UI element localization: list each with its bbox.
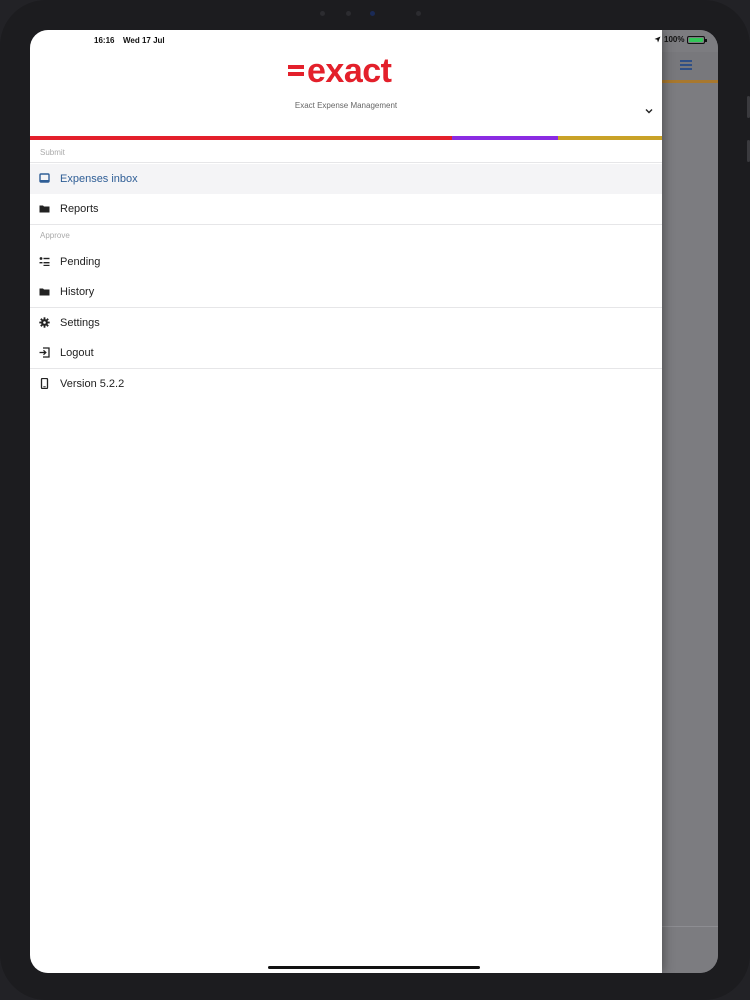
menu-item-label: Settings (60, 317, 100, 329)
menu-item-label: Logout (60, 347, 94, 359)
menu-item-expenses-inbox[interactable]: Expenses inbox (30, 164, 662, 194)
battery-icon (687, 35, 708, 44)
exact-logo: exact (288, 52, 392, 91)
logo-equals-icon (288, 62, 304, 79)
status-date: Wed 17 Jul (123, 36, 165, 45)
camera-bar (320, 8, 430, 18)
location-arrow-icon (654, 36, 661, 43)
screen: exact Exact Expense Management Submit Ex… (30, 30, 718, 973)
logo-text: exact (307, 52, 392, 90)
menu-item-version: Version 5.2.2 (30, 369, 662, 399)
navigation-drawer: exact Exact Expense Management Submit Ex… (30, 30, 662, 973)
menu-item-label: Pending (60, 256, 101, 268)
menu-item-label: History (60, 286, 95, 298)
tablet-frame: exact Exact Expense Management Submit Ex… (0, 0, 750, 1000)
folder-icon (39, 205, 50, 213)
background-divider (662, 926, 718, 927)
chevron-down-icon[interactable] (644, 106, 654, 116)
status-time: 16:16 (94, 36, 115, 45)
menu-item-label: Expenses inbox (60, 173, 138, 185)
menu-item-logout[interactable]: Logout (30, 338, 662, 368)
logout-icon (39, 347, 50, 358)
hamburger-menu-icon[interactable] (680, 60, 692, 70)
brand-stripe (30, 136, 662, 140)
status-bar: 16:16 Wed 17 Jul 100% (30, 30, 718, 52)
status-right: 100% (654, 35, 708, 44)
folder-icon (39, 288, 50, 296)
section-label-submit: Submit (40, 148, 65, 157)
menu-item-reports[interactable]: Reports (30, 194, 662, 224)
menu-item-settings[interactable]: Settings (30, 308, 662, 338)
inbox-icon (39, 173, 50, 183)
menu-item-history[interactable]: History (30, 277, 662, 307)
section-label-approve: Approve (40, 231, 70, 240)
checklist-icon (39, 257, 50, 266)
gear-icon (39, 317, 50, 328)
version-label: Version 5.2.2 (60, 378, 125, 390)
menu-item-label: Reports (60, 203, 99, 215)
phone-icon (40, 378, 49, 389)
app-subtitle: Exact Expense Management (294, 101, 398, 110)
menu-item-pending[interactable]: Pending (30, 247, 662, 277)
home-indicator[interactable] (268, 966, 480, 969)
battery-percentage: 100% (664, 35, 685, 44)
